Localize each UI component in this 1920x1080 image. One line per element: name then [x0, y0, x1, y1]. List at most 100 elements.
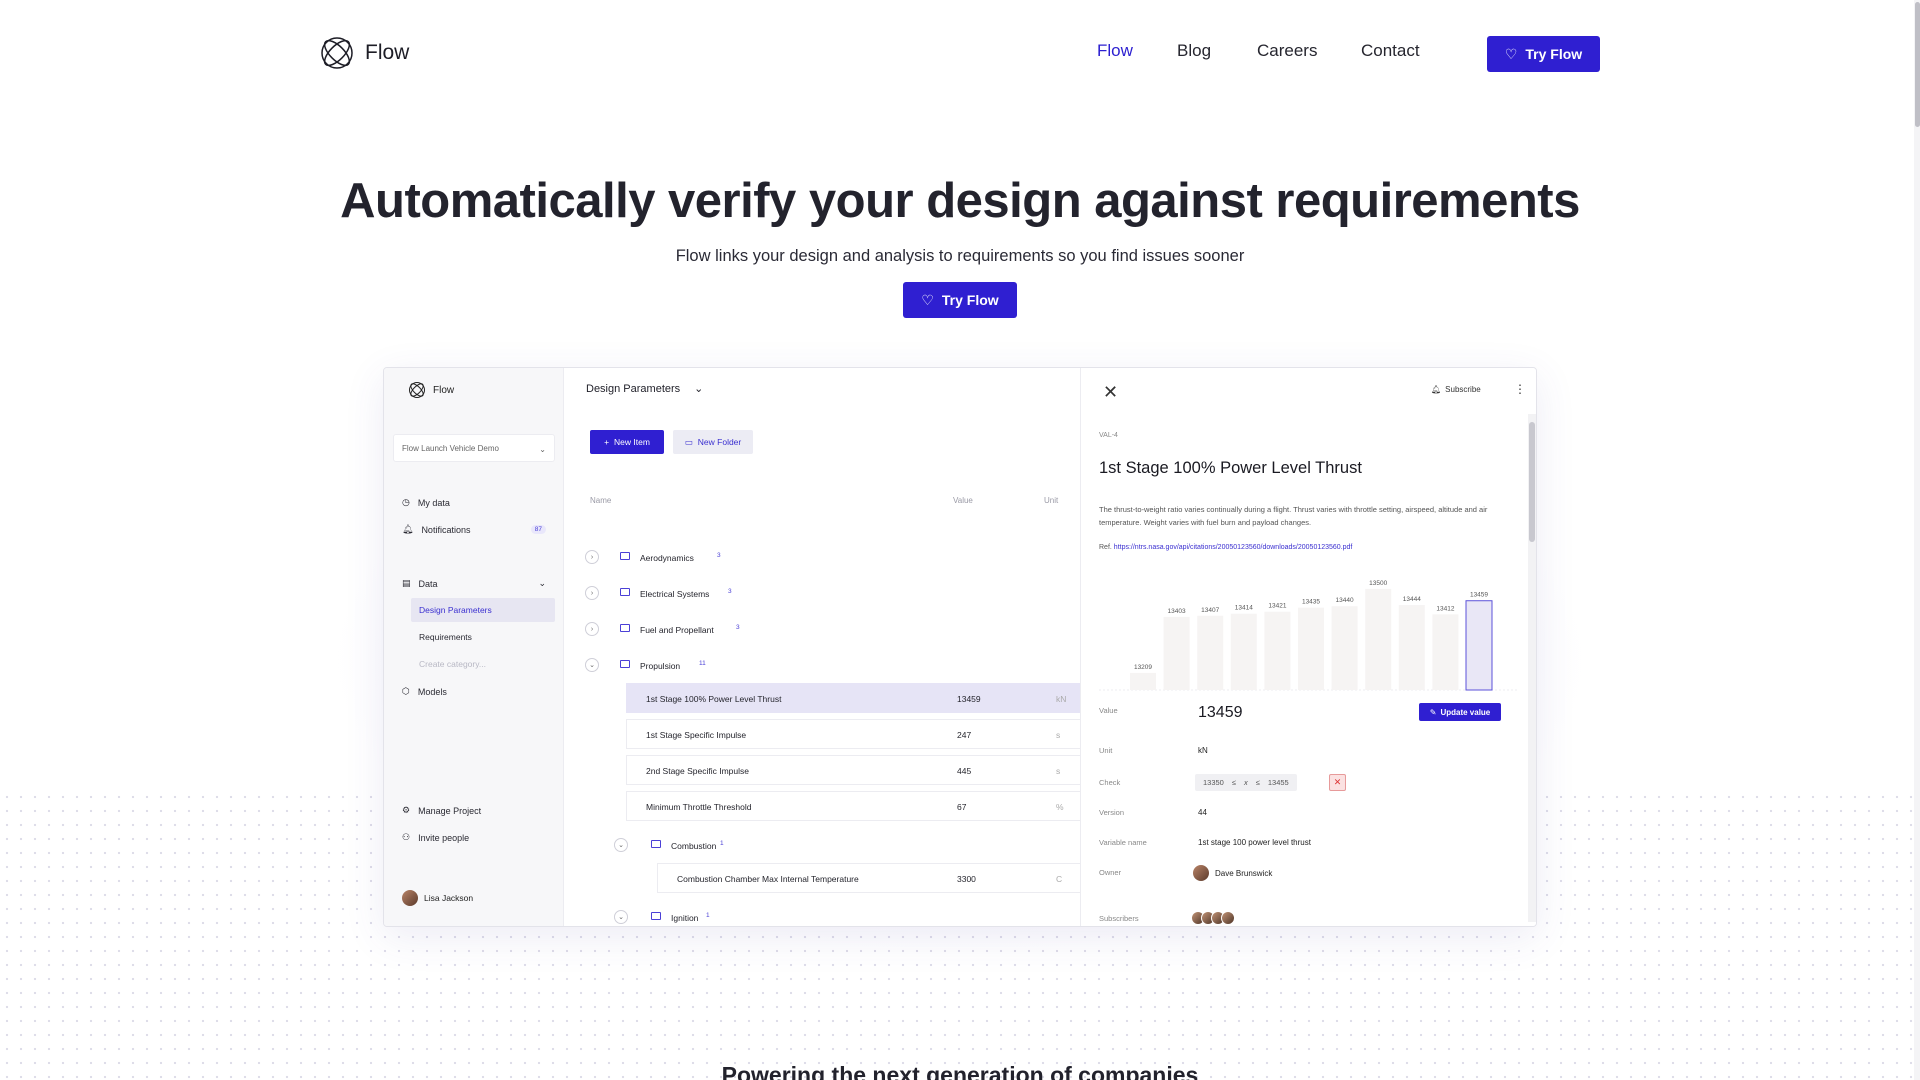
scrollbar-thumb[interactable]: [1915, 2, 1920, 127]
chart-bar[interactable]: [1398, 605, 1425, 690]
folder-count: 11: [699, 660, 706, 667]
subfolder-row[interactable]: ⌄ Combustion 1: [564, 830, 1064, 860]
row-label: Minimum Throttle Threshold: [646, 802, 752, 812]
row-label: Combustion Chamber Max Internal Temperat…: [677, 874, 859, 884]
hero-try-flow-button[interactable]: ♡ Try Flow: [903, 282, 1017, 318]
chevron-right-icon[interactable]: ›: [585, 586, 599, 600]
chart-bar[interactable]: [1432, 614, 1459, 690]
nav-link-blog[interactable]: Blog: [1177, 41, 1211, 61]
field-label-value: Value: [1099, 706, 1118, 715]
sidebar-item-notifications[interactable]: 🔔︎ Notifications 87: [402, 524, 546, 535]
check-variable: x: [1243, 778, 1248, 787]
chart-data-label: 13407: [1201, 607, 1219, 614]
detail-scrollbar[interactable]: [1528, 414, 1536, 922]
subfolder-label: Ignition: [671, 913, 699, 923]
chart-bar[interactable]: [1163, 616, 1190, 690]
chevron-down-icon[interactable]: ⌄: [585, 658, 599, 672]
chevron-right-icon[interactable]: ›: [585, 622, 599, 636]
folder-icon: [620, 588, 630, 596]
notifications-badge: 87: [530, 525, 546, 534]
site-header: Flow Flow Blog Careers Contact ♡ Try Flo…: [0, 0, 1920, 108]
reference-link[interactable]: https://ntrs.nasa.gov/api/citations/2005…: [1114, 544, 1353, 551]
chart-bar[interactable]: [1230, 613, 1257, 690]
panel-title-dropdown[interactable]: Design Parameters ⌄: [586, 382, 703, 396]
new-item-button[interactable]: + New Item: [590, 430, 664, 454]
heart-icon: ♡: [921, 291, 934, 308]
chart-data-label: 13500: [1369, 580, 1387, 587]
avatar: [1193, 865, 1209, 881]
scrollbar-thumb[interactable]: [1529, 422, 1535, 542]
folder-row[interactable]: › Electrical Systems 3: [564, 578, 1064, 608]
folder-label: Propulsion: [640, 661, 681, 671]
detail-reference: Ref. https://ntrs.nasa.gov/api/citations…: [1099, 544, 1352, 551]
subscriber-avatars[interactable]: [1191, 911, 1235, 925]
close-icon[interactable]: ✕: [1103, 382, 1118, 403]
avatar: [402, 890, 418, 906]
field-label-variable: Variable name: [1099, 838, 1147, 847]
chart-bar[interactable]: [1298, 607, 1324, 690]
folder-icon: ▭: [684, 436, 693, 447]
sidebar-item-manage-project[interactable]: ⚙ Manage Project: [402, 805, 481, 816]
nav-link-flow[interactable]: Flow: [1097, 41, 1133, 61]
header-try-flow-button[interactable]: ♡ Try Flow: [1487, 36, 1600, 72]
add-user-icon: ⚇: [402, 832, 411, 842]
more-options-icon[interactable]: ⋮: [1514, 382, 1526, 396]
chevron-right-icon[interactable]: ›: [585, 550, 599, 564]
user-name: Lisa Jackson: [424, 893, 474, 903]
item-code: VAL-4: [1099, 432, 1118, 439]
chart-data-label: 13414: [1235, 605, 1253, 612]
chart-data-label: 13459: [1470, 592, 1488, 599]
folder-count: 3: [728, 588, 732, 595]
table-row[interactable]: 1st Stage Specific Impulse 247 s: [626, 719, 1080, 749]
row-unit: kN: [1056, 694, 1067, 704]
chart-bar[interactable]: [1465, 600, 1493, 691]
table-row-selected[interactable]: 1st Stage 100% Power Level Thrust 13459 …: [626, 683, 1080, 713]
page-scrollbar[interactable]: [1914, 0, 1920, 1080]
main-nav: Flow Blog Careers Contact: [0, 41, 1920, 65]
bell-icon: 🔔︎: [1431, 385, 1442, 394]
subscribe-button[interactable]: 🔔︎ Subscribe: [1431, 385, 1481, 394]
owner[interactable]: Dave Brunswick: [1193, 865, 1272, 881]
sidebar-item-data[interactable]: ▤ Data ⌄: [402, 578, 546, 589]
app-sidebar: Flow Flow Launch Vehicle Demo ⌄ ◷ My dat…: [384, 368, 564, 926]
update-value-button[interactable]: ✎ Update value: [1419, 703, 1501, 721]
chevron-down-icon[interactable]: ⌄: [614, 838, 628, 852]
new-folder-button[interactable]: ▭ New Folder: [673, 430, 753, 454]
table-row[interactable]: 2nd Stage Specific Impulse 445 s: [626, 755, 1080, 785]
subfolder-row[interactable]: ⌄ Ignition 1: [564, 902, 1064, 926]
sidebar-item-my-data[interactable]: ◷ My data: [402, 497, 450, 508]
sidebar-item-requirements[interactable]: Requirements: [411, 625, 555, 649]
new-item-label: New Item: [614, 437, 650, 447]
row-value: 247: [957, 730, 972, 740]
sidebar-item-label: Notifications: [421, 524, 471, 535]
sidebar-item-invite-people[interactable]: ⚇ Invite people: [402, 832, 469, 843]
nav-link-careers[interactable]: Careers: [1257, 41, 1317, 61]
row-unit: s: [1056, 730, 1061, 740]
folder-row[interactable]: › Aerodynamics 3: [564, 542, 1064, 572]
hero-title: Automatically verify your design against…: [340, 174, 1580, 228]
sidebar-item-label: Invite people: [418, 832, 470, 843]
folder-icon: [620, 624, 630, 632]
nav-link-contact[interactable]: Contact: [1361, 41, 1420, 61]
chart-bar[interactable]: [1264, 611, 1291, 690]
sidebar-item-label: Data: [418, 578, 438, 589]
table-row[interactable]: Combustion Chamber Max Internal Temperat…: [657, 863, 1080, 893]
chart-bar[interactable]: [1130, 672, 1156, 690]
sidebar-item-design-parameters[interactable]: Design Parameters: [411, 598, 555, 622]
chevron-down-icon[interactable]: ⌄: [614, 910, 628, 924]
table-row[interactable]: Minimum Throttle Threshold 67 %: [626, 791, 1080, 821]
project-select[interactable]: Flow Launch Vehicle Demo ⌄: [393, 434, 555, 462]
sidebar-item-models[interactable]: ⬡ Models: [402, 686, 447, 697]
chart-bar[interactable]: [1197, 615, 1224, 690]
sidebar-create-category[interactable]: Create category...: [411, 652, 555, 676]
folder-icon: [651, 840, 661, 848]
chart-bar[interactable]: [1365, 588, 1392, 690]
chart-bar[interactable]: [1331, 606, 1358, 690]
current-user[interactable]: Lisa Jackson: [402, 890, 473, 906]
check-expression[interactable]: 13350 ≤ x ≤ 13455: [1195, 774, 1297, 791]
folder-row[interactable]: › Fuel and Propellant 3: [564, 614, 1064, 644]
bell-icon: 🔔︎: [402, 524, 414, 534]
folder-label: Electrical Systems: [640, 589, 710, 599]
subfolder-count: 1: [706, 912, 710, 919]
folder-row[interactable]: ⌄ Propulsion 11: [564, 650, 1064, 680]
